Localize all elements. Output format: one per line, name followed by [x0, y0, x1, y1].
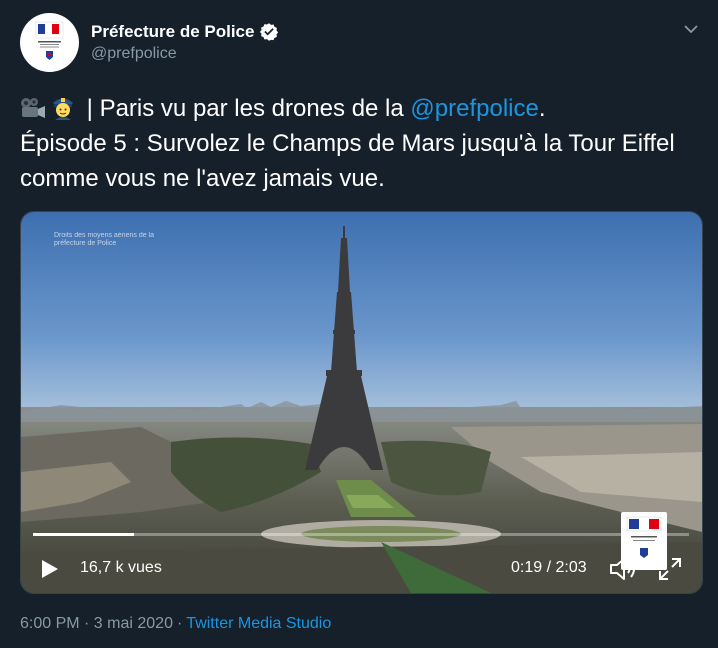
verified-badge-icon: [260, 23, 279, 41]
chevron-down-icon[interactable]: [684, 24, 698, 34]
tweet-footer: 6:00 PM · 3 mai 2020 · Twitter Media Studi…: [20, 615, 331, 633]
mention-link[interactable]: @prefpolice: [410, 95, 538, 122]
view-count: 16,7 k vues: [80, 559, 162, 576]
fullscreen-icon[interactable]: [657, 556, 683, 582]
prefecture-logo: [35, 21, 64, 60]
tweet-source-link[interactable]: Twitter Media Studio: [186, 615, 331, 632]
video-time: 0:19 / 2:03: [511, 559, 587, 576]
video-credit-watermark: Droits des moyens aériens de la préfectu…: [54, 232, 154, 247]
video-player[interactable]: Droits des moyens aériens de la préfectu…: [20, 211, 703, 594]
play-icon[interactable]: [37, 557, 61, 581]
author-handle[interactable]: @prefpolice: [91, 45, 177, 63]
volume-icon[interactable]: [608, 556, 638, 582]
video-progress-bar[interactable]: [33, 533, 689, 536]
tweet-line2: Épisode 5 : Survolez le Champs de Mars j…: [20, 130, 675, 192]
tweet-line1-prefix: | Paris vu par les drones de la: [86, 95, 411, 122]
police-officer-emoji: [53, 98, 73, 120]
avatar[interactable]: [20, 13, 79, 72]
footer-separator: ·: [176, 615, 183, 632]
video-progress-fill: [33, 533, 135, 536]
author-display-name[interactable]: Préfecture de Police: [91, 22, 254, 42]
tweet-text: | Paris vu par les drones de la @prefpol…: [20, 91, 710, 196]
movie-camera-emoji: [21, 98, 45, 118]
author-name-row[interactable]: Préfecture de Police: [91, 22, 279, 42]
tweet-timestamp[interactable]: 6:00 PM · 3 mai 2020: [20, 615, 173, 632]
tweet-line1-suffix: .: [538, 95, 546, 122]
